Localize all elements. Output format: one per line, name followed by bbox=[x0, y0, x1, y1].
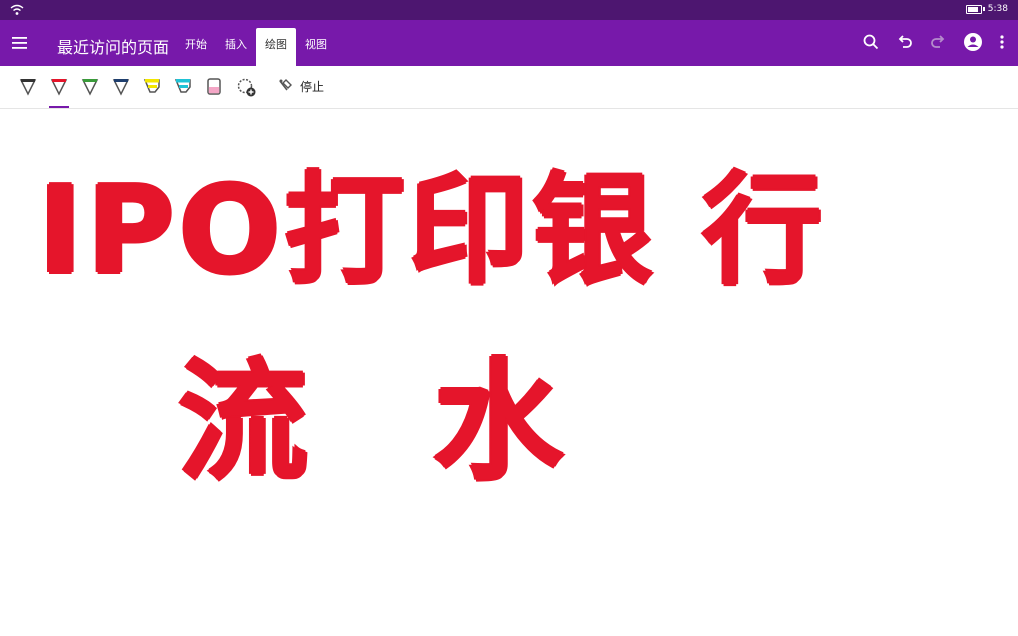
tab-home[interactable]: 开始 bbox=[176, 28, 216, 66]
pen-navy-icon[interactable] bbox=[109, 74, 133, 100]
more-options-icon[interactable] bbox=[994, 31, 1010, 53]
pen-red-icon[interactable] bbox=[47, 74, 71, 100]
draw-ribbon: 停止 bbox=[0, 66, 1018, 109]
account-icon[interactable] bbox=[962, 31, 984, 53]
tab-view[interactable]: 视图 bbox=[296, 28, 336, 66]
pen-black-icon[interactable] bbox=[16, 74, 40, 100]
page-title[interactable]: 最近访问的页面 bbox=[57, 34, 169, 58]
redo-icon[interactable] bbox=[927, 31, 949, 53]
battery-tip bbox=[982, 7, 985, 11]
pen-green-icon[interactable] bbox=[78, 74, 102, 100]
ink-line-2: 流 水 bbox=[178, 346, 604, 498]
stop-button[interactable]: 停止 bbox=[277, 77, 324, 95]
highlighter-cyan-icon[interactable] bbox=[171, 74, 195, 100]
undo-icon[interactable] bbox=[894, 31, 916, 53]
highlighter-yellow-icon[interactable] bbox=[140, 74, 164, 100]
status-right: 5:38 bbox=[965, 4, 1008, 14]
selected-tool-indicator bbox=[49, 106, 69, 108]
hamburger-menu-icon[interactable] bbox=[8, 31, 32, 55]
status-time: 5:38 bbox=[987, 4, 1008, 14]
app-bar: 最近访问的页面 开始 插入 绘图 视图 bbox=[0, 20, 1018, 66]
stop-lasso-icon bbox=[279, 79, 292, 91]
status-bar: 5:38 bbox=[0, 0, 1018, 20]
highlighter-pink-icon[interactable] bbox=[202, 74, 226, 100]
add-pen-icon[interactable] bbox=[234, 74, 258, 100]
drawing-canvas[interactable]: IPO打印银 行 流 水 bbox=[0, 109, 1018, 636]
ink-line-1: IPO打印银 行 bbox=[38, 162, 827, 301]
stop-label: 停止 bbox=[300, 79, 325, 94]
ribbon-tabs: 开始 插入 绘图 视图 bbox=[176, 28, 336, 66]
tab-draw[interactable]: 绘图 bbox=[256, 28, 296, 66]
wifi-icon bbox=[10, 4, 24, 15]
search-icon[interactable] bbox=[860, 31, 882, 53]
tab-insert[interactable]: 插入 bbox=[216, 28, 256, 66]
battery-icon bbox=[965, 4, 982, 14]
